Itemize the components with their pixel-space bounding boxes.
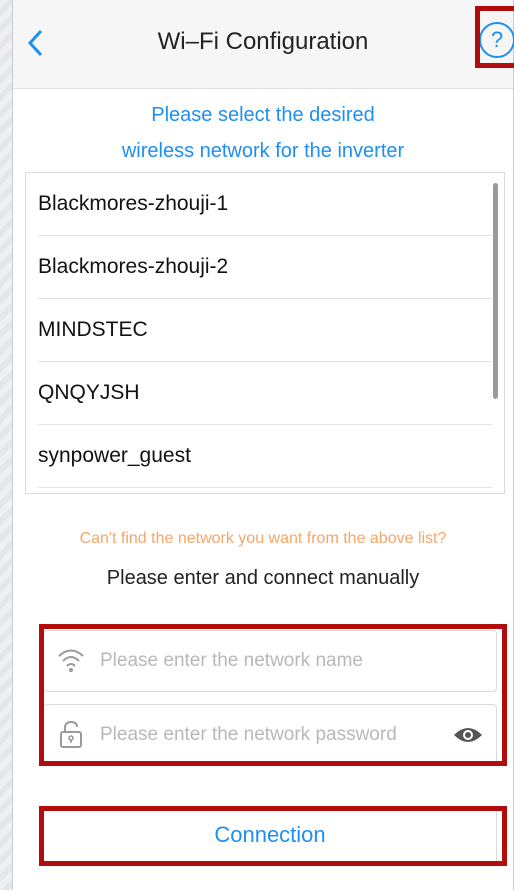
list-item[interactable]: Blackmores-zhouji-1 [38, 173, 492, 236]
app-screen: Wi–Fi Configuration ? Please select the … [12, 0, 514, 890]
prompt-line-1: Please select the desired [151, 104, 375, 126]
manual-entry-label: Please enter and connect manually [106, 567, 420, 589]
list-scrollbar[interactable] [493, 183, 498, 399]
list-item[interactable]: Blackmores-zhouji-2 [38, 236, 492, 299]
list-item[interactable]: QNQYJSH [38, 362, 492, 425]
list-item[interactable]: MINDSTEC [38, 299, 492, 362]
prompt-line-2: wireless network for the inverter [121, 140, 405, 162]
connection-highlight-box [39, 806, 507, 866]
network-list[interactable]: Blackmores-zhouji-1 Blackmores-zhouji-2 … [25, 172, 505, 494]
list-item[interactable]: synpower_guest [38, 425, 492, 488]
page-title: Wi–Fi Configuration [157, 28, 369, 55]
help-highlight-box [475, 6, 514, 68]
inputs-highlight-box [39, 624, 507, 766]
nav-bar: Wi–Fi Configuration ? [13, 0, 514, 89]
not-found-hint: Can't find the network you want from the… [79, 530, 447, 547]
